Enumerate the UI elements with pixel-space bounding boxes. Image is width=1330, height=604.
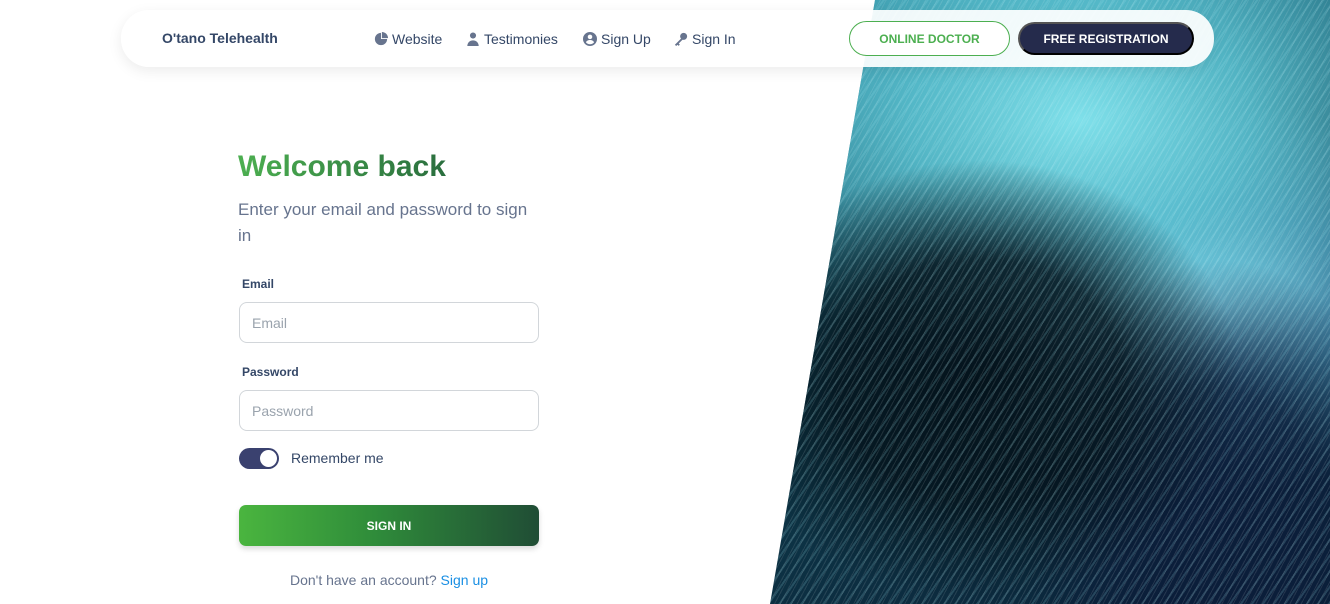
nav-link-sign-up[interactable]: Sign Up xyxy=(583,30,651,48)
nav-link-sign-in[interactable]: Sign In xyxy=(674,30,736,48)
online-doctor-button[interactable]: ONLINE DOCTOR xyxy=(849,21,1010,56)
brand-name[interactable]: O'tano Telehealth xyxy=(162,30,278,46)
password-label: Password xyxy=(242,365,299,379)
nav-link-label: Sign In xyxy=(692,31,736,47)
page-subtitle: Enter your email and password to sign in xyxy=(238,200,528,245)
free-registration-button[interactable]: FREE REGISTRATION xyxy=(1018,22,1194,55)
remember-me-label: Remember me xyxy=(291,450,384,466)
page-title: Welcome back xyxy=(238,150,446,183)
password-field[interactable] xyxy=(239,390,539,431)
signup-prompt-text: Don't have an account? xyxy=(289,572,437,588)
toggle-knob xyxy=(260,450,277,467)
user-icon xyxy=(467,32,479,46)
email-label: Email xyxy=(242,277,275,291)
decorative-background-image xyxy=(770,0,1330,604)
key-icon xyxy=(674,32,688,46)
nav-link-label: Testimonies xyxy=(484,31,558,47)
nav-link-website[interactable]: Website xyxy=(374,30,442,48)
user-circle-icon xyxy=(583,32,597,46)
sign-in-button[interactable]: SIGN IN xyxy=(239,505,539,546)
signup-prompt-row: Don't have an account? Sign up xyxy=(239,572,539,588)
nav-link-testimonies[interactable]: Testimonies xyxy=(466,30,558,48)
signup-link[interactable]: Sign up xyxy=(441,572,488,588)
pie-chart-icon xyxy=(374,32,388,46)
nav-link-label: Website xyxy=(392,31,443,47)
nav-link-label: Sign Up xyxy=(601,31,651,47)
top-navbar: O'tano Telehealth Website Testimonies Si… xyxy=(121,10,1214,67)
remember-me-toggle[interactable] xyxy=(239,448,279,469)
email-field[interactable] xyxy=(239,302,539,343)
